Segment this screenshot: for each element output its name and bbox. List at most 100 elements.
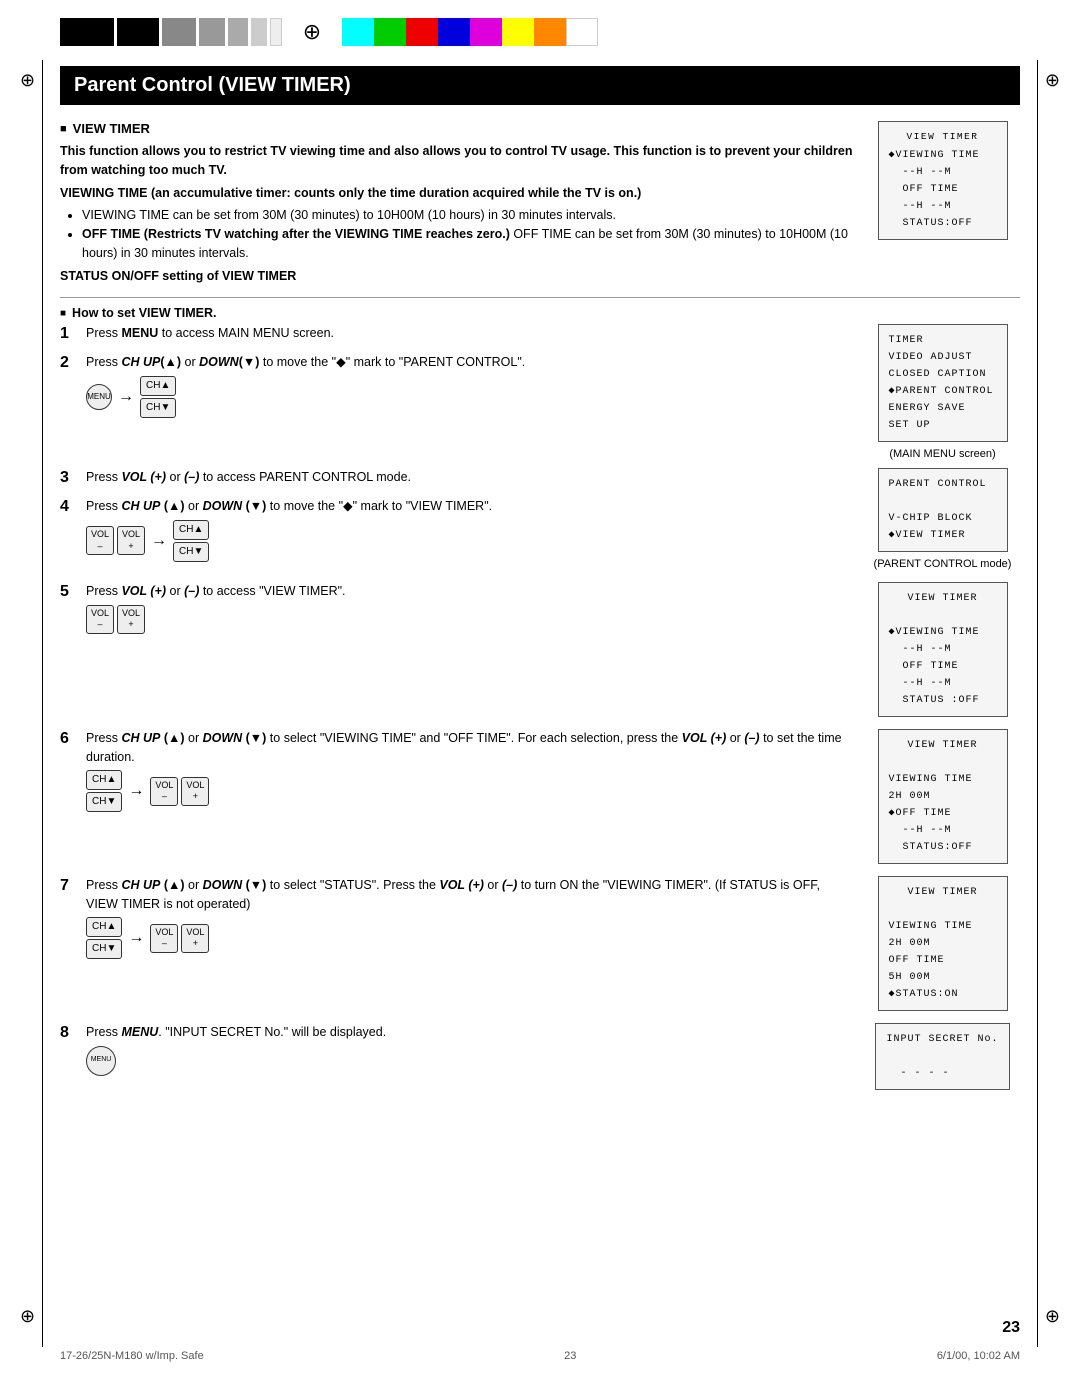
vol-pair-s4: VOL– VOL+ bbox=[86, 526, 145, 555]
screen1-line4: --H --M bbox=[889, 198, 997, 215]
screen2-line2: CLOSED CAPTION bbox=[889, 366, 997, 383]
black-bar-1 bbox=[60, 18, 114, 46]
step-5: 5 Press VOL (+) or (–) to access "VIEW T… bbox=[60, 582, 853, 638]
step4-buttons: VOL– VOL+ → CH▲ CH▼ bbox=[86, 520, 853, 562]
intro-text: This function allows you to restrict TV … bbox=[60, 142, 853, 180]
swatch-cyan bbox=[342, 18, 374, 46]
step1-number: 1 bbox=[60, 324, 82, 345]
how-to-label: How to set VIEW TIMER. bbox=[72, 306, 216, 320]
vol-pair-s7: VOL– VOL+ bbox=[150, 924, 209, 953]
black-bar-6 bbox=[251, 18, 267, 46]
screen-box-2: TIMER VIDEO ADJUST CLOSED CAPTION ◆PAREN… bbox=[878, 324, 1008, 442]
vol-plus-s7: VOL+ bbox=[181, 924, 209, 953]
screen4-line2: V-CHIP BLOCK bbox=[889, 510, 997, 527]
screen4-line3: ◆VIEW TIMER bbox=[889, 527, 997, 544]
screen-box-8: INPUT SECRET No. - - - - bbox=[875, 1023, 1009, 1090]
step7-container: 7 Press CH UP (▲) or DOWN (▼) to select … bbox=[60, 876, 1020, 1015]
step8-screen: INPUT SECRET No. - - - - bbox=[865, 1023, 1020, 1094]
step5-buttons: VOL– VOL+ bbox=[86, 605, 853, 634]
step7-number: 7 bbox=[60, 876, 82, 897]
step-4: 4 Press CH UP (▲) or DOWN (▼) to move th… bbox=[60, 497, 853, 566]
viewing-time-header: VIEWING TIME (an accumulative timer: cou… bbox=[60, 184, 853, 203]
screen7-line4: OFF TIME bbox=[889, 952, 997, 969]
step8-left: 8 Press MENU. "INPUT SECRET No." will be… bbox=[60, 1023, 853, 1088]
screen7-line2: VIEWING TIME bbox=[889, 918, 997, 935]
step2-content: Press CH UP(▲) or DOWN(▼) to move the "◆… bbox=[86, 353, 853, 422]
reg-mark-tr: ⊕ bbox=[1045, 70, 1060, 91]
cha-down-s6: CH▼ bbox=[86, 792, 122, 812]
reg-mark-bl: ⊕ bbox=[20, 1306, 35, 1327]
screen8-line2: - - - - bbox=[886, 1065, 998, 1082]
cha-up-s6: CH▲ bbox=[86, 770, 122, 790]
cha-group-s4: CH▲ CH▼ bbox=[173, 520, 209, 562]
black-bar-5 bbox=[228, 18, 248, 46]
black-bars bbox=[60, 18, 282, 46]
screen1-line1: ◆VIEWING TIME bbox=[889, 147, 997, 164]
swatch-green bbox=[374, 18, 406, 46]
menu-btn-s2: MENU bbox=[86, 384, 112, 410]
screen7-title: VIEW TIMER bbox=[889, 884, 997, 901]
step6-number: 6 bbox=[60, 729, 82, 750]
screen2-line0: TIMER bbox=[889, 332, 997, 349]
black-bar-4 bbox=[199, 18, 225, 46]
step2-screen: TIMER VIDEO ADJUST CLOSED CAPTION ◆PAREN… bbox=[865, 324, 1020, 460]
footer-center: 23 bbox=[564, 1350, 576, 1362]
view-timer-left: VIEW TIMER This function allows you to r… bbox=[60, 121, 853, 289]
vol-minus-s7: VOL– bbox=[150, 924, 178, 953]
screen5-line1 bbox=[889, 607, 997, 624]
screen2-line5: SET UP bbox=[889, 417, 997, 434]
screen-box-6: VIEW TIMER VIEWING TIME 2H 00M ◆OFF TIME… bbox=[878, 729, 1008, 864]
vol-plus-s4: VOL+ bbox=[117, 526, 145, 555]
vol-pair-s6: VOL– VOL+ bbox=[150, 777, 209, 806]
step6-left: 6 Press CH UP (▲) or DOWN (▼) to select … bbox=[60, 729, 853, 825]
step5-left: 5 Press VOL (+) or (–) to access "VIEW T… bbox=[60, 582, 853, 646]
bullet-2: OFF TIME (Restricts TV watching after th… bbox=[82, 225, 853, 263]
step2-number: 2 bbox=[60, 353, 82, 374]
arrow-s4: → bbox=[151, 529, 167, 553]
vol-plus-s6: VOL+ bbox=[181, 777, 209, 806]
cha-down-s4: CH▼ bbox=[173, 542, 209, 562]
cha-up-s7: CH▲ bbox=[86, 917, 122, 937]
step5-content: Press VOL (+) or (–) to access "VIEW TIM… bbox=[86, 582, 853, 638]
screen7-line6: ◆STATUS:ON bbox=[889, 986, 997, 1003]
reg-mark-tl: ⊕ bbox=[20, 70, 35, 91]
screen6-line4: ◆OFF TIME bbox=[889, 805, 997, 822]
swatch-blue bbox=[438, 18, 470, 46]
step8-content: Press MENU. "INPUT SECRET No." will be d… bbox=[86, 1023, 853, 1080]
step4-content: Press CH UP (▲) or DOWN (▼) to move the … bbox=[86, 497, 853, 566]
footer-right: 6/1/00, 10:02 AM bbox=[937, 1350, 1020, 1362]
view-timer-header: VIEW TIMER bbox=[60, 121, 853, 136]
step4-screen: PARENT CONTROL V-CHIP BLOCK ◆VIEW TIMER … bbox=[865, 468, 1020, 570]
screen6-line5: --H --M bbox=[889, 822, 997, 839]
view-timer-right: VIEW TIMER ◆VIEWING TIME --H --M OFF TIM… bbox=[865, 121, 1020, 244]
screen5-line3: --H --M bbox=[889, 641, 997, 658]
page-number: 23 bbox=[1002, 1319, 1020, 1337]
screen7-line5: 5H 00M bbox=[889, 969, 997, 986]
step1-container: 1 Press MENU to access MAIN MENU screen.… bbox=[60, 324, 1020, 460]
color-bar: ⊕ bbox=[0, 0, 1080, 56]
screen2-line4: ENERGY SAVE bbox=[889, 400, 997, 417]
screen8-title: INPUT SECRET No. bbox=[886, 1031, 998, 1048]
divider-1 bbox=[60, 297, 1020, 298]
step8-buttons: MENU bbox=[86, 1046, 853, 1076]
screen1-line5: STATUS:OFF bbox=[889, 215, 997, 232]
screen7-line3: 2H 00M bbox=[889, 935, 997, 952]
reg-mark-br: ⊕ bbox=[1045, 1306, 1060, 1327]
arrow-s6: → bbox=[128, 779, 144, 803]
cha-down-s7: CH▼ bbox=[86, 939, 122, 959]
screen-box-4: PARENT CONTROL V-CHIP BLOCK ◆VIEW TIMER bbox=[878, 468, 1008, 552]
screen-box-1: VIEW TIMER ◆VIEWING TIME --H --M OFF TIM… bbox=[878, 121, 1008, 240]
footer: 17-26/25N-M180 w/Imp. Safe 23 6/1/00, 10… bbox=[60, 1350, 1020, 1362]
screen4-title: PARENT CONTROL bbox=[889, 476, 997, 493]
screen-box-5: VIEW TIMER ◆VIEWING TIME --H --M OFF TIM… bbox=[878, 582, 1008, 717]
screen2-line1: VIDEO ADJUST bbox=[889, 349, 997, 366]
screen1-line3: OFF TIME bbox=[889, 181, 997, 198]
swatch-white bbox=[566, 18, 598, 46]
step6-content: Press CH UP (▲) or DOWN (▼) to select "V… bbox=[86, 729, 853, 817]
screen2-line3: ◆PARENT CONTROL bbox=[889, 383, 997, 400]
step-6: 6 Press CH UP (▲) or DOWN (▼) to select … bbox=[60, 729, 853, 817]
screen4-caption: (PARENT CONTROL mode) bbox=[874, 558, 1012, 570]
step8-number: 8 bbox=[60, 1023, 82, 1044]
arrow-s2: → bbox=[118, 385, 134, 409]
step2-buttons: MENU → CH▲ CH▼ bbox=[86, 376, 853, 418]
